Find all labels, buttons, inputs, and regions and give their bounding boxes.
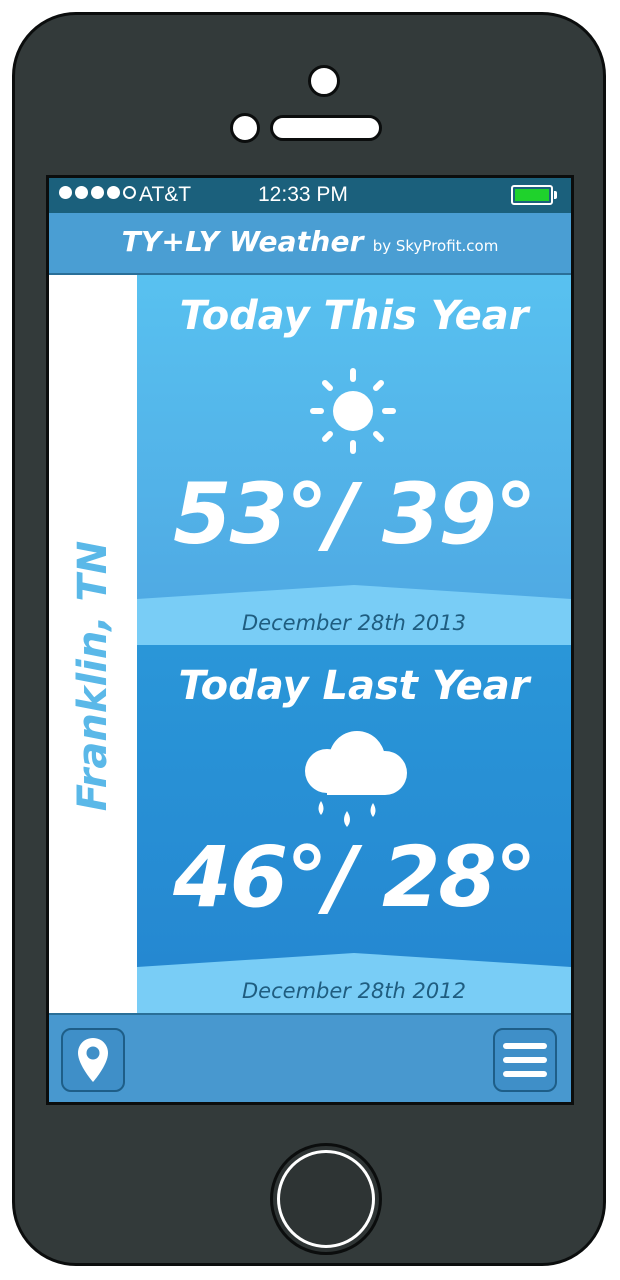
map-pin-icon: [78, 1038, 108, 1082]
temperature-high-low: 53°/ 39°: [173, 465, 537, 563]
rain-cloud-icon: [305, 731, 407, 827]
status-bar: AT&T 12:33 PM: [49, 178, 571, 213]
status-time: 12:33 PM: [258, 183, 348, 206]
signal-dot: [59, 186, 72, 199]
battery-icon: [511, 185, 557, 205]
location-button[interactable]: [61, 1028, 125, 1092]
signal-dot: [123, 186, 136, 199]
bottom-toolbar: [49, 1013, 571, 1102]
earpiece-speaker: [270, 115, 382, 141]
home-button[interactable]: [270, 1143, 382, 1255]
panel-date: December 28th 2012: [242, 979, 466, 1003]
city-sidebar: Franklin, TN: [49, 275, 137, 1013]
today-last-year-panel: Today Last Year 46°/ 28° December 28th 2…: [137, 645, 571, 1013]
app-title: TY+LY Weather: [121, 225, 364, 258]
temperature-high-low: 46°/ 28°: [173, 828, 537, 926]
carrier-name: AT&T: [139, 183, 192, 206]
panel-title: Today Last Year: [178, 663, 530, 709]
proximity-sensor: [230, 113, 260, 143]
hamburger-menu-icon: [503, 1043, 547, 1077]
front-camera: [308, 65, 340, 97]
panel-title: Today This Year: [179, 293, 529, 339]
signal-dot: [107, 186, 120, 199]
signal-dot: [91, 186, 104, 199]
app-header: TY+LY Weather by SkyProfit.com: [49, 213, 571, 275]
signal-strength-icon: [59, 186, 136, 199]
menu-button[interactable]: [493, 1028, 557, 1092]
app-subtitle: by SkyProfit.com: [372, 237, 499, 255]
panel-date: December 28th 2013: [242, 611, 466, 635]
battery-level: [515, 189, 549, 201]
today-this-year-panel: Today This Year 53°/ 39° December 28th 2…: [137, 275, 571, 645]
signal-dot: [75, 186, 88, 199]
sun-icon: [310, 368, 396, 454]
city-name: Franklin, TN: [70, 540, 116, 812]
app-screen: AT&T 12:33 PM TY+LY Weather by SkyProfit…: [46, 175, 574, 1105]
